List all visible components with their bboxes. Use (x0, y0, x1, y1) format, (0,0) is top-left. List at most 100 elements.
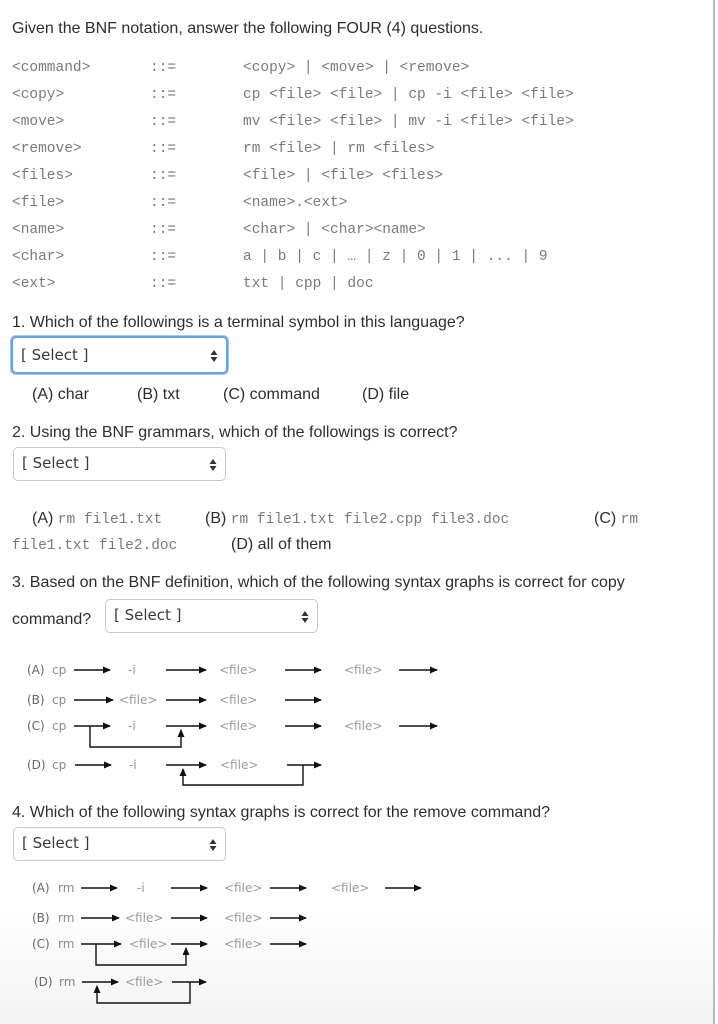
graph-label: (A) (27, 663, 45, 677)
graph-d: (D) cp -i <file> (27, 758, 322, 786)
option-text: all of them (257, 536, 332, 553)
option-label: (A) (32, 510, 54, 527)
question-4-text: 4. Which of the following syntax graphs … (12, 804, 551, 821)
graph-token: <file> (125, 975, 163, 989)
question-1-option-a: (A) char (32, 386, 89, 403)
graph-command: cp (52, 758, 66, 772)
bnf-rhs: <name>.<ext> (243, 195, 348, 211)
question-1-select[interactable]: [ Select ] (11, 336, 228, 374)
select-value: [ Select ] (22, 834, 90, 852)
instructions-text: Given the BNF notation, answer the follo… (12, 20, 484, 37)
graph-token: -i (128, 719, 136, 733)
question-2-text: 2. Using the BNF grammars, which of the … (12, 424, 458, 441)
bnf-op: ::= (150, 87, 177, 103)
bnf-rhs: a | b | c | … | z | 0 | 1 | ... | 9 (243, 249, 548, 265)
option-code: rm file1.txt (57, 512, 163, 528)
bnf-op: ::= (150, 249, 177, 265)
question-1-option-b: (B) txt (137, 386, 180, 403)
option-label: (B) (205, 510, 227, 527)
bnf-lhs: <copy> (12, 87, 65, 103)
graph-a: (A) cp -i <file> <file> (27, 663, 438, 677)
graph-a: (A) rm -i <file> <file> (32, 881, 422, 895)
question-4-select[interactable]: [ Select ] (13, 827, 226, 861)
remove-syntax-graphs: (A) rm -i <file> <file> (B) rm <file> <f… (32, 881, 422, 1004)
graph-token: <file> (220, 758, 258, 772)
graph-command: rm (58, 937, 74, 951)
option-code: rm (620, 512, 639, 528)
select-value: [ Select ] (114, 606, 182, 624)
graph-c: (C) rm <file> <file> (32, 937, 307, 966)
copy-syntax-graphs: (A) cp -i <file> <file> (B) cp <file> <f… (27, 663, 438, 786)
graph-b: (B) rm <file> <file> (32, 911, 307, 925)
graph-command: cp (52, 719, 66, 733)
graph-label: (A) (32, 881, 50, 895)
graph-token: <file> (219, 719, 257, 733)
question-1-text: 1. Which of the followings is a terminal… (12, 314, 465, 331)
bnf-op: ::= (150, 114, 177, 130)
graph-d: (D) rm <file> (34, 975, 207, 1004)
graph-command: cp (52, 693, 66, 707)
bnf-op: ::= (150, 195, 177, 211)
graph-label: (C) (27, 719, 45, 733)
question-1-option-c: (C) command (223, 386, 320, 403)
graph-token: <file> (344, 719, 382, 733)
quiz-page: Given the BNF notation, answer the follo… (0, 0, 714, 1024)
graph-token: <file> (344, 663, 382, 677)
window-edge (713, 0, 715, 1024)
graph-command: rm (58, 881, 74, 895)
question-3-select[interactable]: [ Select ] (105, 599, 318, 633)
graph-token: <file> (119, 693, 157, 707)
select-value: [ Select ] (21, 346, 89, 364)
graph-c: (C) cp -i <file> <file> (27, 719, 438, 748)
bnf-lhs: <files> (12, 168, 73, 184)
bnf-lhs: <move> (12, 114, 65, 130)
bnf-rhs: <copy> | <move> | <remove> (243, 60, 470, 76)
graph-b: (B) cp <file> <file> (27, 693, 322, 707)
graph-label: (B) (27, 693, 45, 707)
select-arrows-icon (210, 350, 218, 362)
option-label: (D) (231, 536, 254, 553)
question-1-option-d: (D) file (362, 386, 410, 403)
bnf-lhs: <file> (12, 195, 65, 211)
graph-command: rm (58, 911, 74, 925)
bnf-rhs: mv <file> <file> | mv -i <file> <file> (243, 114, 574, 130)
graph-token: -i (128, 663, 136, 677)
bnf-op: ::= (150, 276, 177, 292)
select-arrows-icon (209, 459, 217, 471)
graph-label: (C) (32, 937, 50, 951)
graph-command: cp (52, 663, 66, 677)
select-arrows-icon (301, 611, 309, 623)
question-3-text-continued: command? (12, 611, 92, 628)
bnf-rhs: txt | cpp | doc (243, 276, 374, 292)
graph-label: (D) (27, 758, 46, 772)
bnf-rhs: <file> | <file> <files> (243, 168, 444, 184)
question-2-select[interactable]: [ Select ] (13, 447, 226, 481)
graph-token: <file> (125, 911, 163, 925)
select-value: [ Select ] (22, 454, 90, 472)
bnf-lhs: <name> (12, 222, 65, 238)
option-code: rm file1.txt file2.cpp file3.doc (230, 512, 510, 528)
option-label: (C) (594, 510, 617, 527)
graph-token: -i (137, 881, 145, 895)
question-2-option-b: (B) rm file1.txt file2.cpp file3.doc (205, 510, 509, 528)
graph-token: <file> (224, 881, 262, 895)
bnf-op: ::= (150, 168, 177, 184)
bnf-lhs: <command> (12, 60, 91, 76)
graph-token: <file> (219, 663, 257, 677)
graph-label: (D) (34, 975, 53, 989)
question-3-text: 3. Based on the BNF definition, which of… (12, 574, 625, 591)
bnf-op: ::= (150, 222, 177, 238)
bnf-rhs: cp <file> <file> | cp -i <file> <file> (243, 87, 574, 103)
question-2-option-c-continued: file1.txt file2.doc (12, 538, 178, 554)
graph-token: <file> (224, 911, 262, 925)
bnf-rhs: <char> | <char><name> (243, 222, 426, 238)
question-2-option-d: (D) all of them (231, 536, 331, 554)
graph-token: <file> (219, 693, 257, 707)
select-arrows-icon (209, 839, 217, 851)
bnf-lhs: <remove> (12, 141, 82, 157)
graph-command: rm (59, 975, 75, 989)
graph-token: <file> (129, 937, 167, 951)
bnf-rhs: rm <file> | rm <files> (243, 141, 435, 157)
graph-token: <file> (331, 881, 369, 895)
bnf-op: ::= (150, 141, 177, 157)
